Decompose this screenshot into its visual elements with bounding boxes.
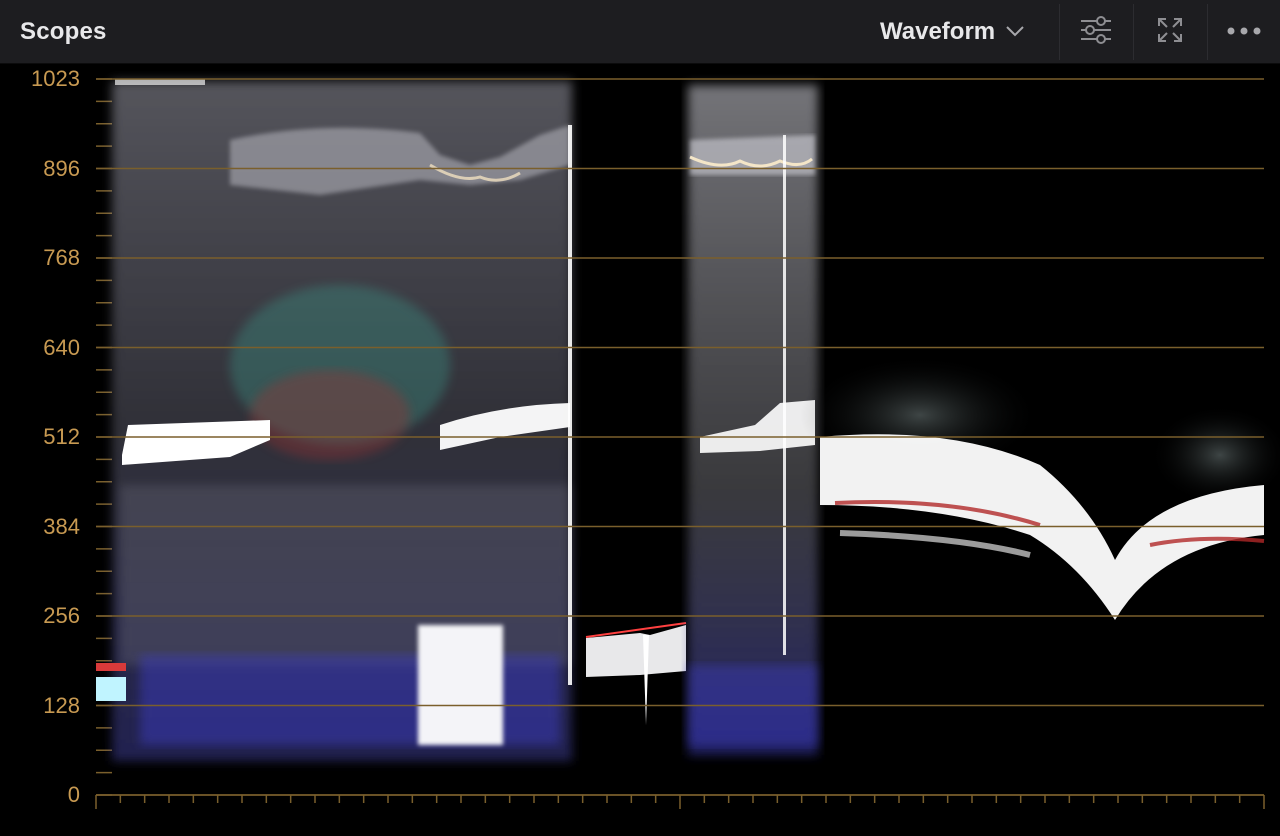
more-options-button[interactable] <box>1208 4 1280 60</box>
y-axis-label: 384 <box>43 513 80 539</box>
sliders-icon <box>1079 15 1113 50</box>
waveform-trace <box>96 79 1280 761</box>
waveform-graph <box>95 78 1280 809</box>
y-axis-label: 768 <box>43 245 80 270</box>
y-axis-label: 1023 <box>31 66 80 91</box>
scopes-header: Scopes Waveform <box>0 0 1280 64</box>
more-icon <box>1226 23 1262 41</box>
y-axis-label: 896 <box>43 155 80 181</box>
scope-mode-label: Waveform <box>880 18 996 45</box>
waveform-scope: 1023 896 768 640 512 384 256 128 0 <box>0 65 1280 836</box>
chevron-down-icon <box>1005 24 1025 42</box>
y-axis-label: 512 <box>43 424 80 449</box>
y-axis-label: 0 <box>67 782 80 807</box>
y-axis-label: 128 <box>43 692 80 718</box>
y-axis-label: 256 <box>43 603 80 628</box>
expand-icon <box>1156 16 1184 49</box>
scopes-panel: Scopes Waveform 1023 896 768 640 512 384… <box>0 0 1280 836</box>
panel-title: Scopes <box>20 18 107 45</box>
expand-scope-button[interactable] <box>1134 4 1206 60</box>
scope-mode-dropdown[interactable]: Waveform <box>868 8 1056 56</box>
y-axis-label: 640 <box>43 334 80 360</box>
scope-settings-button[interactable] <box>1060 4 1132 60</box>
